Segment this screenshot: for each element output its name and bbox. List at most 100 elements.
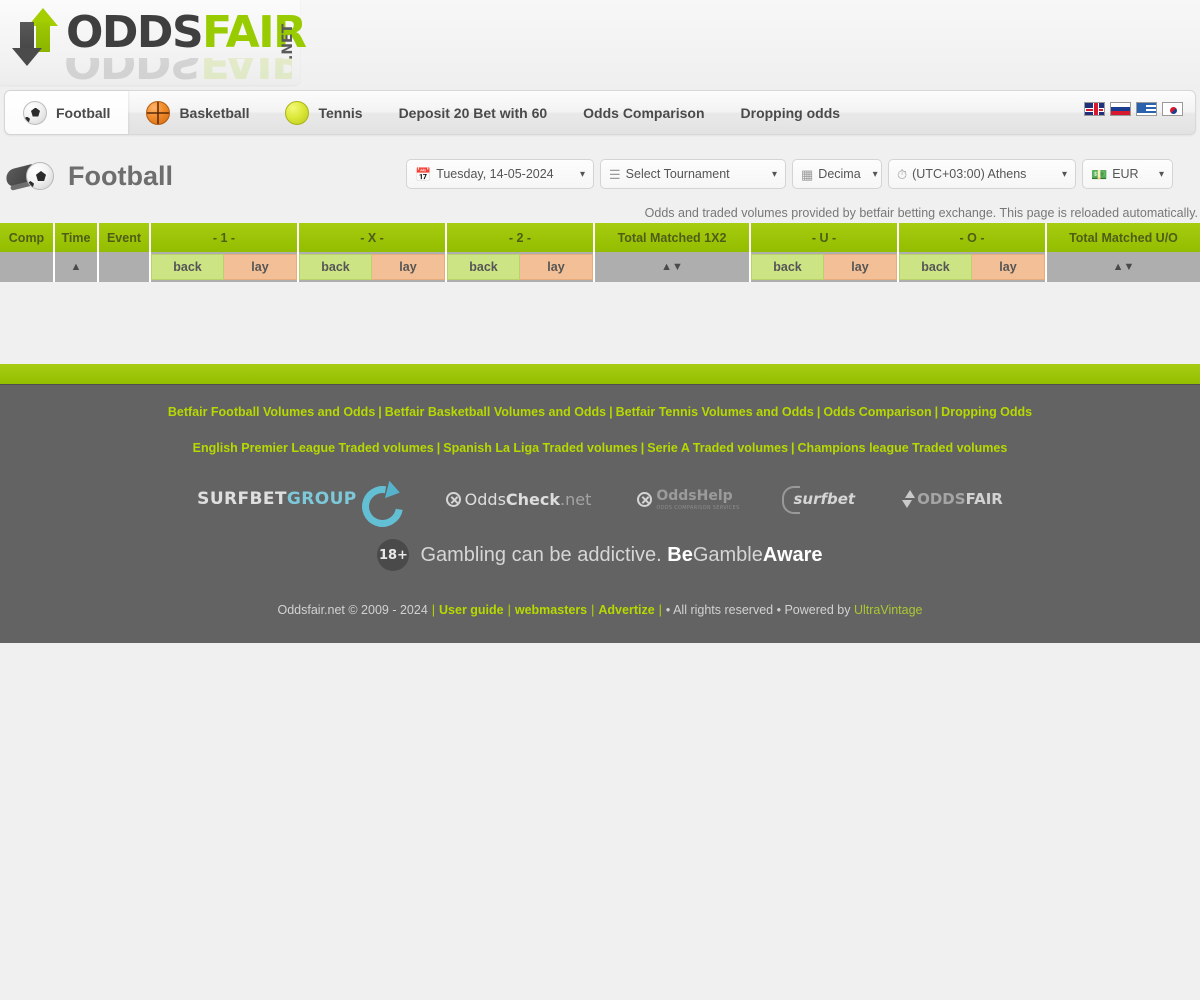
lay-button-under[interactable]: lay [824, 254, 897, 280]
surfbet-logo[interactable]: surfbet [782, 486, 855, 514]
back-button-draw[interactable]: back [299, 254, 372, 280]
nav-label-tennis: Tennis [318, 104, 363, 121]
footer-links-row-2: English Premier League Traded volumes | Sp… [0, 441, 1200, 455]
col-header-total-matched-1x2[interactable]: Total Matched 1X2 [594, 223, 751, 252]
filter-bar: 📅 Tuesday, 14-05-2024 ▾ ☰ Select Tournam… [406, 159, 1173, 189]
oddscheck-logo[interactable]: OddsCheck.net [445, 489, 592, 509]
col-header-over[interactable]: - O - [898, 223, 1047, 252]
nav-item-odds-comparison[interactable]: Odds Comparison [565, 91, 722, 134]
col-header-draw[interactable]: - X - [298, 223, 447, 252]
oddshelp-logo[interactable]: OddsHelp ODDS COMPARISON SERVICES [637, 488, 739, 511]
footer-link-dropping-odds[interactable]: Dropping Odds [941, 405, 1032, 419]
flag-uk-icon[interactable] [1084, 102, 1105, 116]
oddscheck-text-a: Odds [464, 489, 506, 509]
lay-button-home[interactable]: lay [224, 254, 297, 280]
oddshelp-subtitle: ODDS COMPARISON SERVICES [656, 504, 740, 511]
sort-both-icon-uo[interactable]: ▲ ▼ [1047, 252, 1200, 282]
subcell-time-sort[interactable]: ▲ [54, 252, 99, 282]
sort-ascending-icon[interactable]: ▲ [55, 252, 97, 282]
sort-up-glyph: ▲ [661, 261, 672, 273]
flag-ru-icon[interactable] [1110, 102, 1131, 116]
footer-link-champions-league[interactable]: Champions league Traded volumes [798, 441, 1008, 455]
data-source-note: Odds and traded volumes provided by betf… [644, 206, 1198, 220]
back-button-under[interactable]: back [751, 254, 824, 280]
surfbet-text: surfbet [782, 486, 855, 514]
col-header-under[interactable]: - U - [750, 223, 899, 252]
lay-button-over[interactable]: lay [972, 254, 1045, 280]
table-subheader-row: ▲ back lay back lay back lay ▲ ▼ back la… [0, 252, 1200, 282]
logo-tld-text: .NET [280, 23, 297, 60]
nav-item-dropping-odds[interactable]: Dropping odds [723, 91, 859, 134]
col-header-home[interactable]: - 1 - [150, 223, 299, 252]
tournament-select[interactable]: ☰ Select Tournament ▾ [600, 159, 786, 189]
logo-reflection: ODDSFAIR [12, 58, 292, 84]
nav-label-basketball: Basketball [179, 104, 250, 121]
nav-item-football[interactable]: Football [5, 91, 129, 134]
odds-format-value: Decima [818, 167, 861, 181]
col-header-away[interactable]: - 2 - [446, 223, 595, 252]
footer-link-seriea[interactable]: Serie A Traded volumes [647, 441, 788, 455]
chevron-down-icon: ▾ [771, 168, 777, 180]
page-title: Football [68, 160, 173, 191]
footer-link-laliga[interactable]: Spanish La Liga Traded volumes [443, 441, 638, 455]
footer-link-ultravintage[interactable]: UltraVintage [854, 603, 923, 617]
oddscheck-text-b: Check [505, 489, 561, 509]
separator: | [791, 441, 795, 455]
oddshelp-text-b: Help [696, 487, 733, 504]
age-18-plus-badge: 18+ [377, 539, 410, 571]
oddshelp-text-a: Odds [656, 487, 697, 504]
lay-button-draw[interactable]: lay [372, 254, 445, 280]
main-navigation: Football Basketball Tennis Deposit 20 Be… [4, 90, 1196, 135]
separator: | [934, 405, 939, 419]
sort-both-icon-1x2[interactable]: ▲ ▼ [595, 252, 749, 282]
flag-gr-icon[interactable] [1136, 102, 1157, 116]
grid-icon: ▦ [801, 166, 814, 182]
footer-link-webmasters[interactable]: webmasters [515, 603, 587, 617]
footer-link-betfair-tennis[interactable]: Betfair Tennis Volumes and Odds [616, 405, 814, 419]
nav-item-basketball[interactable]: Basketball [128, 91, 267, 134]
copyright-line: Oddsfair.net © 2009 - 2024 | User guide | we… [0, 603, 1200, 617]
copyright-text: Oddsfair.net © 2009 - 2024 [277, 603, 428, 617]
footer-links-row-1: Betfair Football Volumes and Odds | Betfai… [0, 405, 1200, 419]
currency-value: EUR [1112, 167, 1139, 181]
odds-format-select[interactable]: ▦ Decima ▾ [792, 159, 882, 189]
nav-item-tennis[interactable]: Tennis [267, 91, 380, 134]
footer-link-betfair-football[interactable]: Betfair Football Volumes and Odds [168, 405, 375, 419]
date-select[interactable]: 📅 Tuesday, 14-05-2024 ▾ [406, 159, 594, 189]
separator: | [436, 441, 441, 455]
col-header-comp[interactable]: Comp [0, 223, 55, 252]
currency-select[interactable]: 💵 EUR ▾ [1082, 159, 1173, 189]
back-button-over[interactable]: back [899, 254, 972, 280]
footer-link-betfair-basketball[interactable]: Betfair Basketball Volumes and Odds [385, 405, 606, 419]
basketball-icon [146, 100, 171, 125]
list-icon: ☰ [609, 166, 621, 182]
money-icon: 💵 [1091, 166, 1108, 182]
nav-item-deposit-promo[interactable]: Deposit 20 Bet with 60 [381, 91, 566, 134]
begambleaware-be: Be [667, 543, 693, 566]
subcell-total-matched-1x2-sort[interactable]: ▲ ▼ [594, 252, 751, 282]
chevron-down-icon: ▾ [1158, 168, 1164, 180]
lay-button-away[interactable]: lay [520, 254, 593, 280]
oddsfair-logo[interactable]: ODDSFAIR [901, 490, 1003, 508]
footer-link-odds-comparison[interactable]: Odds Comparison [823, 405, 931, 419]
separator: | [609, 405, 613, 419]
flag-kr-icon[interactable] [1162, 102, 1183, 116]
back-button-away[interactable]: back [447, 254, 520, 280]
oddscheck-text-c: .net [560, 489, 592, 509]
surfbet-group-logo[interactable]: SURFBETGROUP [197, 481, 399, 517]
separator: | [816, 405, 821, 419]
col-header-event[interactable]: Event [98, 223, 151, 252]
footer-link-epl[interactable]: English Premier League Traded volumes [193, 441, 434, 455]
subcell-total-matched-uo-sort[interactable]: ▲ ▼ [1046, 252, 1200, 282]
site-footer: Betfair Football Volumes and Odds | Betfai… [0, 385, 1200, 643]
back-button-home[interactable]: back [151, 254, 224, 280]
col-header-time[interactable]: Time [54, 223, 99, 252]
timezone-select[interactable]: ⏱ (UTC+03:00) Athens ▾ [888, 159, 1076, 189]
nav-label-dropping-odds: Dropping odds [740, 104, 841, 121]
col-header-total-matched-uo[interactable]: Total Matched U/O [1046, 223, 1200, 252]
footer-link-user-guide[interactable]: User guide [439, 603, 504, 617]
footer-link-advertize[interactable]: Advertize [598, 603, 654, 617]
chevron-down-icon: ▾ [1061, 168, 1067, 180]
separator: | [378, 405, 382, 419]
nav-label-football: Football [56, 104, 111, 121]
